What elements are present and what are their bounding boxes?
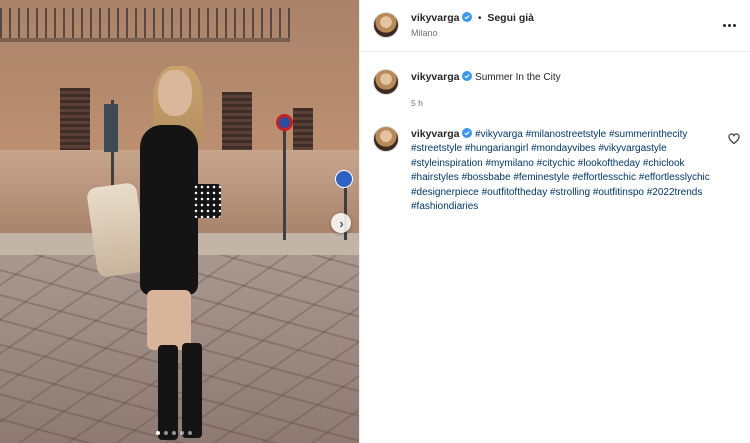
hashtag-link[interactable]: #outfitinspo xyxy=(593,187,644,198)
more-options-button[interactable] xyxy=(718,16,740,32)
caption-username-link[interactable]: vikyvarga xyxy=(411,71,459,83)
hashtag-link[interactable]: #hairstyles xyxy=(411,172,459,183)
no-parking-sign xyxy=(276,114,293,131)
verified-badge-icon xyxy=(462,71,473,81)
carousel-dot xyxy=(180,431,184,435)
sign-pole xyxy=(283,130,286,240)
caption-line: vikyvarga Summer In the City xyxy=(411,70,561,85)
black-boot xyxy=(158,345,178,440)
hashtag-link[interactable]: #bossbabe xyxy=(462,172,511,183)
hashtag-link[interactable]: #styleinspiration xyxy=(411,158,483,169)
caption-text: Summer In the City xyxy=(475,72,561,83)
person-legs xyxy=(147,290,191,350)
comment-username-link[interactable]: vikyvarga xyxy=(411,128,459,140)
hashtag-link[interactable]: #citychic xyxy=(537,158,575,169)
hashtag-link[interactable]: #effortlesslychic xyxy=(639,172,710,183)
location-link[interactable]: Milano xyxy=(411,28,438,38)
hashtag-link[interactable]: #chiclook xyxy=(643,158,685,169)
hashtag-link[interactable]: #effortlesschic xyxy=(572,172,636,183)
hashtag-link[interactable]: #feminestyle xyxy=(513,172,569,183)
carousel-dots xyxy=(156,431,192,435)
following-button[interactable]: Segui già xyxy=(487,12,534,24)
more-horizontal-icon xyxy=(722,19,737,30)
hashtag-link[interactable]: #hungariangirl xyxy=(465,143,528,154)
next-slide-button[interactable]: › xyxy=(331,213,351,233)
hashtag-link[interactable]: #milanostreetstyle xyxy=(526,129,607,140)
carousel-dot xyxy=(156,431,160,435)
hashtag-link[interactable]: #fashiondiaries xyxy=(411,201,478,212)
header-user-line: vikyvarga • Segui già xyxy=(411,12,534,24)
post-sidebar: vikyvarga • Segui già Milano vikyvarga S… xyxy=(359,0,750,443)
person-head xyxy=(158,70,192,116)
hashtag-link[interactable]: #strolling xyxy=(550,187,590,198)
black-dress xyxy=(140,125,198,295)
chevron-right-icon: › xyxy=(339,215,344,231)
post-photo[interactable]: › xyxy=(0,0,359,443)
comment-avatar[interactable] xyxy=(373,126,399,152)
hashtag-link[interactable]: #2022trends xyxy=(647,187,703,198)
comment-body: vikyvarga #vikyvarga #milanostreetstyle … xyxy=(411,127,716,214)
bike-lane-sign xyxy=(335,170,353,188)
post-header: vikyvarga • Segui già Milano xyxy=(360,0,750,52)
hashtag-link[interactable]: #vikyvargastyle xyxy=(598,143,666,154)
hashtag-link[interactable]: #outfitoftheday xyxy=(482,187,548,198)
avatar[interactable] xyxy=(373,12,399,38)
username-link[interactable]: vikyvarga xyxy=(411,12,459,24)
hashtag-link[interactable]: #mondayvibes xyxy=(531,143,595,154)
post-time[interactable]: 5 h xyxy=(411,98,423,108)
hashtag-link[interactable]: #lookoftheday xyxy=(578,158,640,169)
hashtag-link[interactable]: #mymilano xyxy=(486,158,534,169)
hashtag-link[interactable]: #vikyvarga xyxy=(475,129,523,140)
handbag xyxy=(193,184,221,218)
black-boot xyxy=(182,343,202,438)
hashtag-link[interactable]: #summerinthecity xyxy=(609,129,687,140)
hashtag-link[interactable]: #designerpiece xyxy=(411,187,479,198)
street-sign xyxy=(104,104,118,152)
heart-icon[interactable] xyxy=(728,133,740,145)
separator-dot: • xyxy=(478,13,482,24)
carousel-dot xyxy=(164,431,168,435)
balcony-railing xyxy=(0,8,290,42)
carousel-dot xyxy=(188,431,192,435)
carousel-dot xyxy=(172,431,176,435)
instagram-post-view: › vikyvarga • Segui già Milano vikyvarga xyxy=(0,0,750,443)
verified-badge-icon xyxy=(462,128,473,138)
verified-badge-icon xyxy=(462,12,473,22)
caption-avatar[interactable] xyxy=(373,69,399,95)
hashtag-link[interactable]: #streetstyle xyxy=(411,143,462,154)
